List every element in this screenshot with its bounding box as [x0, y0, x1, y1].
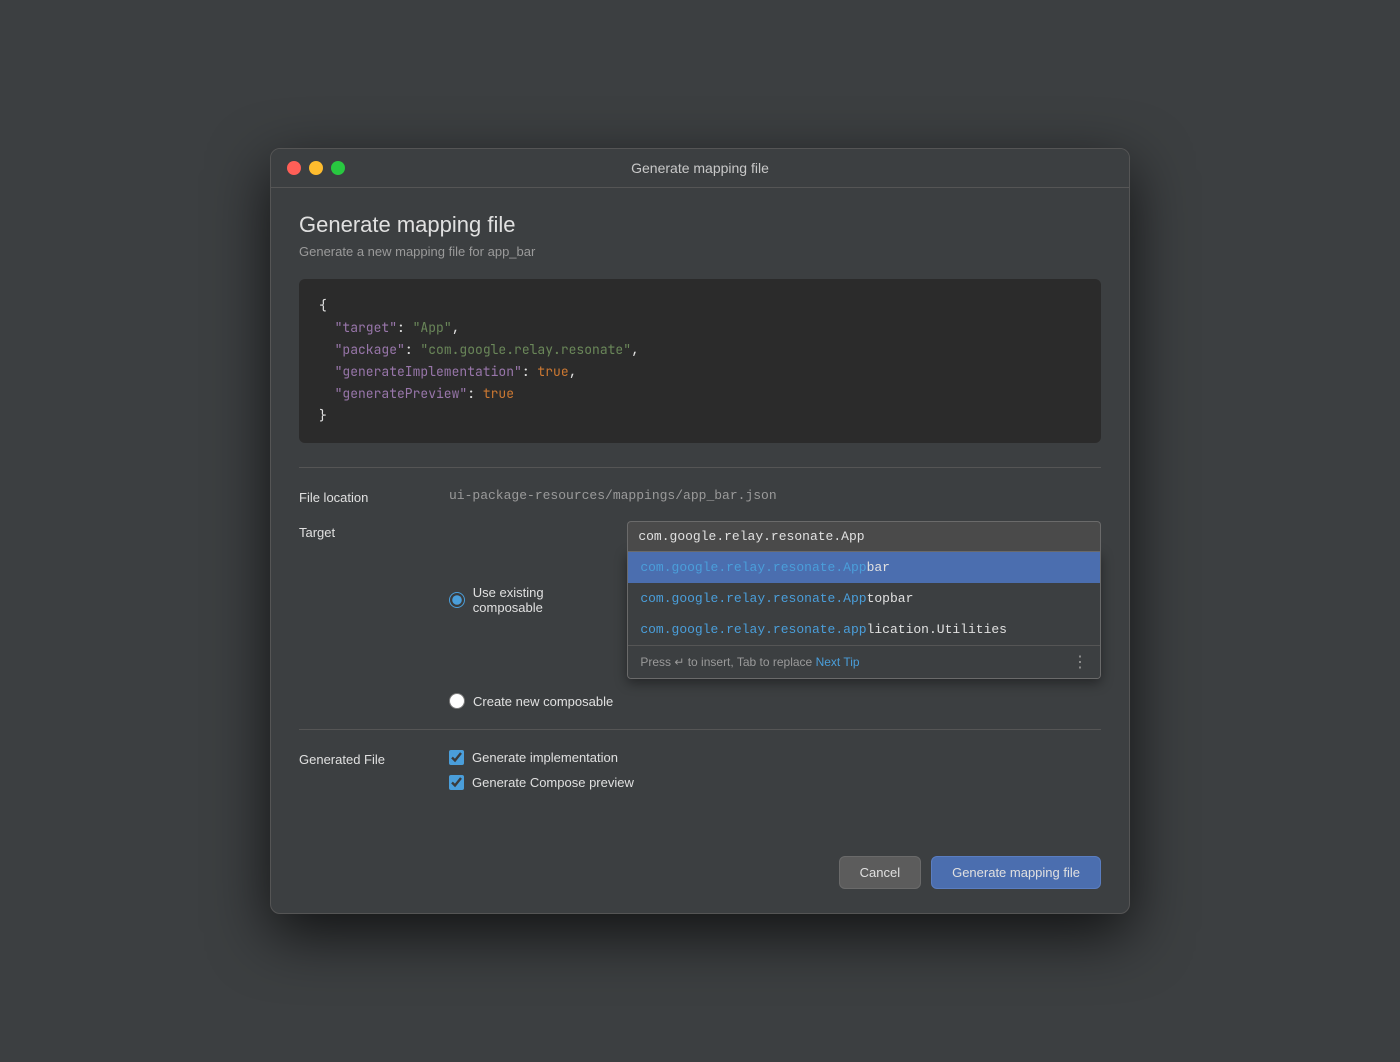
create-new-option[interactable]: Create new composable — [449, 693, 1101, 709]
autocomplete-item-1[interactable]: com.google.relay.resonate.Apptopbar — [628, 583, 1100, 614]
next-tip-link[interactable]: Next Tip — [816, 655, 860, 669]
autocomplete-item-2[interactable]: com.google.relay.resonate.application.Ut… — [628, 614, 1100, 645]
ac-base-0: com.google.relay.resonate.App — [640, 560, 866, 575]
generated-file-label: Generated File — [299, 750, 449, 767]
autocomplete-footer: Press ↵ to insert, Tab to replace Next T… — [628, 645, 1100, 678]
generated-file-row: Generated File Generate implementation G… — [299, 750, 1101, 800]
code-key-gen-preview: "generatePreview" — [335, 385, 468, 402]
code-key-gen-impl: "generateImplementation" — [335, 363, 522, 380]
generated-file-options: Generate implementation Generate Compose… — [449, 750, 634, 800]
code-key-package: "package" — [335, 341, 405, 358]
target-options: Use existing composable com.google.relay… — [449, 521, 1101, 709]
autocomplete-input[interactable] — [627, 521, 1101, 551]
form-section: File location ui-package-resources/mappi… — [299, 467, 1101, 709]
gen-preview-option[interactable]: Generate Compose preview — [449, 775, 634, 790]
dialog-body: Generate mapping file Generate a new map… — [271, 188, 1129, 841]
dialog-heading: Generate mapping file — [299, 212, 1101, 238]
target-label: Target — [299, 521, 449, 540]
file-location-row: File location ui-package-resources/mappi… — [299, 488, 1101, 505]
code-key-target: "target" — [335, 319, 397, 336]
create-new-radio[interactable] — [449, 693, 465, 709]
minimize-button[interactable] — [309, 161, 323, 175]
dialog: Generate mapping file Generate mapping f… — [270, 148, 1130, 915]
file-location-label: File location — [299, 488, 449, 505]
ac-suffix-0: bar — [867, 560, 890, 575]
gen-impl-option[interactable]: Generate implementation — [449, 750, 634, 765]
target-row: Target Use existing composable — [299, 521, 1101, 709]
gen-preview-label: Generate Compose preview — [472, 775, 634, 790]
code-val-gen-impl: true — [537, 363, 568, 380]
autocomplete-item-0[interactable]: com.google.relay.resonate.Appbar — [628, 552, 1100, 583]
ac-base-1: com.google.relay.resonate.App — [640, 591, 866, 606]
cancel-button[interactable]: Cancel — [839, 856, 921, 889]
file-location-value: ui-package-resources/mappings/app_bar.js… — [449, 488, 777, 503]
dialog-footer: Cancel Generate mapping file — [271, 840, 1129, 913]
more-options-icon[interactable]: ⋮ — [1072, 652, 1088, 672]
use-existing-option[interactable]: Use existing composable — [449, 585, 615, 615]
code-val-gen-preview: true — [483, 385, 514, 402]
code-block: { "target": "App", "package": "com.googl… — [299, 279, 1101, 444]
autocomplete-hint: Press ↵ to insert, Tab to replace Next T… — [640, 655, 859, 669]
code-val-package: "com.google.relay.resonate" — [420, 341, 631, 358]
ac-suffix-1: topbar — [867, 591, 914, 606]
use-existing-radio[interactable] — [449, 592, 465, 608]
traffic-lights — [287, 161, 345, 175]
use-existing-label: Use existing composable — [473, 585, 616, 615]
code-brace-close: } — [319, 407, 327, 424]
dialog-subheading: Generate a new mapping file for app_bar — [299, 244, 1101, 259]
window-title: Generate mapping file — [631, 160, 769, 176]
autocomplete-wrapper: com.google.relay.resonate.Appbar com.goo… — [627, 521, 1101, 679]
close-button[interactable] — [287, 161, 301, 175]
use-existing-row: Use existing composable com.google.relay… — [449, 521, 1101, 679]
ac-base-2: com.google.relay.resonate.app — [640, 622, 866, 637]
ac-suffix-2: lication.Utilities — [867, 622, 1007, 637]
gen-impl-checkbox[interactable] — [449, 750, 464, 765]
generated-file-section: Generated File Generate implementation G… — [299, 729, 1101, 800]
title-bar: Generate mapping file — [271, 149, 1129, 188]
maximize-button[interactable] — [331, 161, 345, 175]
generate-button[interactable]: Generate mapping file — [931, 856, 1101, 889]
create-new-label: Create new composable — [473, 694, 613, 709]
code-brace-open: { — [319, 297, 327, 314]
gen-preview-checkbox[interactable] — [449, 775, 464, 790]
code-val-target: "App" — [413, 319, 452, 336]
gen-impl-label: Generate implementation — [472, 750, 618, 765]
autocomplete-dropdown: com.google.relay.resonate.Appbar com.goo… — [627, 551, 1101, 679]
